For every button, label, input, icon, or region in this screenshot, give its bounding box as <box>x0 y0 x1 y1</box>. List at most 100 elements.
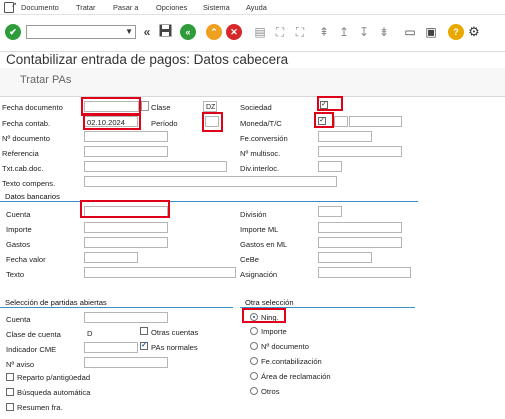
txt-cab-doc-label: Txt.cab.doc. <box>2 164 44 173</box>
radio-otros-label: Otros <box>261 387 280 396</box>
importe-ml-label: Importe ML <box>240 225 279 234</box>
indicador-cme-label: Indicador CME <box>6 345 57 354</box>
cuenta-label: Cuenta <box>6 210 31 219</box>
n-documento-field[interactable] <box>84 131 168 142</box>
oi-cuenta-label: Cuenta <box>6 315 31 324</box>
radio-area-reclamacion-label: Área de reclamación <box>261 372 331 381</box>
page-title: Contabilizar entrada de pagos: Datos cab… <box>6 52 289 67</box>
div-interloc-field[interactable] <box>318 161 342 172</box>
next-page-icon[interactable]: ↧ <box>356 24 372 40</box>
find-icon[interactable]: ⛶ <box>272 24 288 40</box>
oi-cuenta-field[interactable] <box>84 312 168 323</box>
menu-bar: ↗ Documento Tratar Pasar a Opciones Sist… <box>0 0 505 15</box>
menu-sistema[interactable]: Sistema <box>203 3 230 12</box>
moneda-tipo-field[interactable] <box>334 116 348 127</box>
radio-importe-label: Importe <box>261 327 287 336</box>
reparto-label: Reparto p/antigüedad <box>17 373 91 382</box>
n-aviso-field[interactable] <box>84 357 168 368</box>
n-multisoc-field[interactable] <box>318 146 402 157</box>
highlight-box <box>314 112 334 128</box>
help-icon[interactable]: ? <box>448 24 464 40</box>
pas-normales-checkbox-icon[interactable]: ✓ <box>140 342 148 350</box>
toolbar: ✔ ▼ « « ⌃ ✕ ▤ ⛶ ⛶ ⇞ ↥ ↧ ⇟ ▭ ▣ ? ⚙ <box>0 15 505 52</box>
importe-ml-field[interactable] <box>318 222 402 233</box>
application-toolbar <box>0 68 505 96</box>
enter-checkmark-icon[interactable]: ✔ <box>5 24 21 40</box>
n-multisoc-label: Nº multisoc. <box>240 149 281 158</box>
importe-field[interactable] <box>84 222 168 233</box>
back-icon[interactable]: « <box>180 24 196 40</box>
exit-icon[interactable]: ⌃ <box>206 24 222 40</box>
moneda-label: Moneda/T/C <box>240 119 282 128</box>
cancel-icon[interactable]: ✕ <box>226 24 242 40</box>
menu-opciones[interactable]: Opciones <box>156 3 187 12</box>
command-field[interactable]: ▼ <box>26 25 136 39</box>
calendar-icon[interactable] <box>141 101 149 111</box>
pas-normales-label: PAs normales <box>151 343 198 352</box>
division-field[interactable] <box>318 206 342 217</box>
clase-cuenta-label: Clase de cuenta <box>6 330 61 339</box>
busqueda-checkbox[interactable] <box>6 388 14 396</box>
print-icon[interactable]: ▤ <box>252 24 268 40</box>
save-icon[interactable] <box>157 24 173 40</box>
collapse-left-icon[interactable]: « <box>139 24 155 40</box>
fecha-valor-label: Fecha valor <box>6 255 46 264</box>
radio-fe-contabilizacion[interactable] <box>250 357 258 365</box>
chevron-down-icon[interactable]: ▼ <box>125 26 133 38</box>
tratar-pas-button[interactable]: Tratar PAs <box>20 74 71 86</box>
radio-n-documento-label: Nº documento <box>261 342 309 351</box>
new-window-icon[interactable]: ▭ <box>402 24 418 40</box>
highlight-box <box>80 200 170 218</box>
fecha-valor-field[interactable] <box>84 252 138 263</box>
radio-importe[interactable] <box>250 327 258 335</box>
menu-ayuda[interactable]: Ayuda <box>246 3 267 12</box>
resumen-checkbox[interactable] <box>6 403 14 411</box>
datos-bancarios-title: Datos bancarios <box>5 192 60 201</box>
otra-seleccion-title: Otra selección <box>245 298 294 307</box>
periodo-label: Período <box>151 119 178 128</box>
highlight-box <box>242 308 286 323</box>
seleccion-partidas-title: Selección de partidas abiertas <box>5 298 107 307</box>
gastos-field[interactable] <box>84 237 168 248</box>
otras-cuentas-checkbox[interactable] <box>140 327 148 335</box>
fe-conversion-field[interactable] <box>318 131 372 142</box>
highlight-box <box>83 113 141 130</box>
highlight-box <box>317 96 343 111</box>
find-next-icon[interactable]: ⛶ <box>292 24 308 40</box>
sociedad-label: Sociedad <box>240 103 272 112</box>
gear-icon[interactable]: ⚙ <box>466 24 482 40</box>
texto-field[interactable] <box>84 267 236 278</box>
radio-otros[interactable] <box>250 387 258 395</box>
importe-label: Importe <box>6 225 32 234</box>
clase-cuenta-field[interactable]: D <box>84 327 98 338</box>
busqueda-label: Búsqueda automática <box>17 388 91 397</box>
group-line <box>0 307 233 308</box>
referencia-field[interactable] <box>84 146 168 157</box>
n-aviso-label: Nº aviso <box>6 360 35 369</box>
n-documento-label: Nº documento <box>2 134 50 143</box>
layout-icon[interactable]: ▣ <box>423 24 439 40</box>
reparto-checkbox[interactable] <box>6 373 14 381</box>
last-page-icon[interactable]: ⇟ <box>376 24 392 40</box>
clase-field[interactable]: DZ <box>203 101 217 112</box>
gastos-ml-field[interactable] <box>318 237 402 248</box>
texto-label: Texto <box>6 270 25 279</box>
menu-icon-arrow: ↗ <box>11 2 17 9</box>
asignacion-field[interactable] <box>318 267 411 278</box>
radio-n-documento[interactable] <box>250 342 258 350</box>
indicador-cme-field[interactable] <box>84 342 138 353</box>
menu-documento[interactable]: Documento <box>21 3 59 12</box>
gastos-ml-label: Gastos en ML <box>240 240 288 249</box>
menu-tratar[interactable]: Tratar <box>76 3 95 12</box>
texto-compens-field[interactable] <box>84 176 337 187</box>
radio-area-reclamacion[interactable] <box>250 372 258 380</box>
menu-pasar-a[interactable]: Pasar a <box>113 3 138 12</box>
cebe-field[interactable] <box>318 252 372 263</box>
tipo-cambio-field[interactable] <box>349 116 402 127</box>
first-page-icon[interactable]: ⇞ <box>316 24 332 40</box>
previous-page-icon[interactable]: ↥ <box>336 24 352 40</box>
txt-cab-doc-field[interactable] <box>84 161 227 172</box>
texto-compens-label: Texto compens. <box>2 179 56 188</box>
fe-conversion-label: Fe.conversión <box>240 134 288 143</box>
fecha-contab-label: Fecha contab. <box>2 119 51 128</box>
